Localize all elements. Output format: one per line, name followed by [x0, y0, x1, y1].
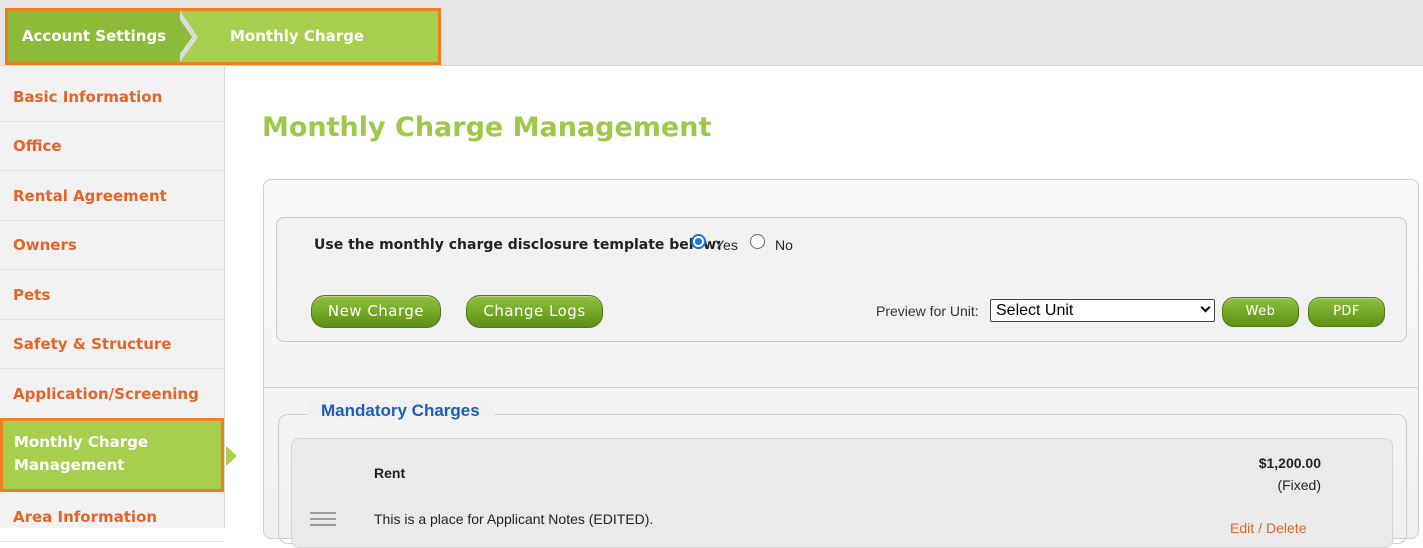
- sidebar-item-rental-agreement[interactable]: Rental Agreement: [0, 171, 224, 221]
- preview-pdf-button[interactable]: PDF: [1308, 297, 1385, 327]
- charge-actions: Edit / Delete: [1230, 520, 1310, 536]
- breadcrumb-monthly-charge: Monthly Charge: [230, 27, 365, 45]
- edit-charge-link[interactable]: Edit: [1230, 520, 1254, 536]
- drag-handle-icon[interactable]: [310, 510, 336, 528]
- sidebar-item-basic-information[interactable]: Basic Information: [0, 72, 224, 122]
- sidebar-item-monthly-charge-management[interactable]: Monthly Charge Management: [0, 418, 224, 492]
- sidebar-item-area-information[interactable]: Area Information: [0, 492, 224, 542]
- unit-select[interactable]: Select Unit: [990, 299, 1215, 322]
- sidebar-item-pets[interactable]: Pets: [0, 270, 224, 320]
- charge-amount: $1,200.00: [1258, 455, 1321, 471]
- breadcrumb: Account Settings Monthly Charge: [5, 8, 441, 65]
- sidebar-item-application-screening[interactable]: Application/Screening: [0, 369, 224, 419]
- charge-type: (Fixed): [1277, 477, 1321, 493]
- preview-web-button[interactable]: Web: [1222, 297, 1299, 327]
- radio-no[interactable]: [750, 234, 765, 249]
- sidebar-item-safety-structure[interactable]: Safety & Structure: [0, 319, 224, 369]
- radio-yes[interactable]: [691, 234, 706, 249]
- top-bar: Account Settings Monthly Charge: [0, 0, 1423, 66]
- unit-select-value: Select Unit: [996, 302, 1074, 319]
- action-separator: /: [1258, 520, 1263, 536]
- new-charge-button[interactable]: New Charge: [311, 295, 441, 328]
- sidebar-item-office[interactable]: Office: [0, 121, 224, 171]
- delete-charge-link[interactable]: Delete: [1266, 520, 1306, 536]
- chevron-down-icon: [1200, 302, 1211, 313]
- sidebar-item-owners[interactable]: Owners: [0, 220, 224, 270]
- active-pointer-icon: [226, 446, 237, 466]
- charge-row: [291, 438, 1393, 548]
- template-question-label: Use the monthly charge disclosure templa…: [314, 237, 722, 253]
- radio-yes-label[interactable]: Yes: [715, 237, 738, 253]
- radio-no-label[interactable]: No: [775, 237, 793, 253]
- change-logs-button[interactable]: Change Logs: [466, 295, 603, 328]
- charge-name: Rent: [374, 465, 406, 481]
- mandatory-charges-legend: Mandatory Charges: [307, 401, 494, 421]
- preview-unit-label: Preview for Unit:: [876, 303, 979, 319]
- breadcrumb-account-settings[interactable]: Account Settings: [8, 11, 180, 62]
- sidebar: Basic Information Office Rental Agreemen…: [0, 66, 225, 542]
- charge-notes: This is a place for Applicant Notes (EDI…: [374, 511, 654, 527]
- page-title: Monthly Charge Management: [262, 112, 712, 143]
- section-divider: [264, 387, 1418, 388]
